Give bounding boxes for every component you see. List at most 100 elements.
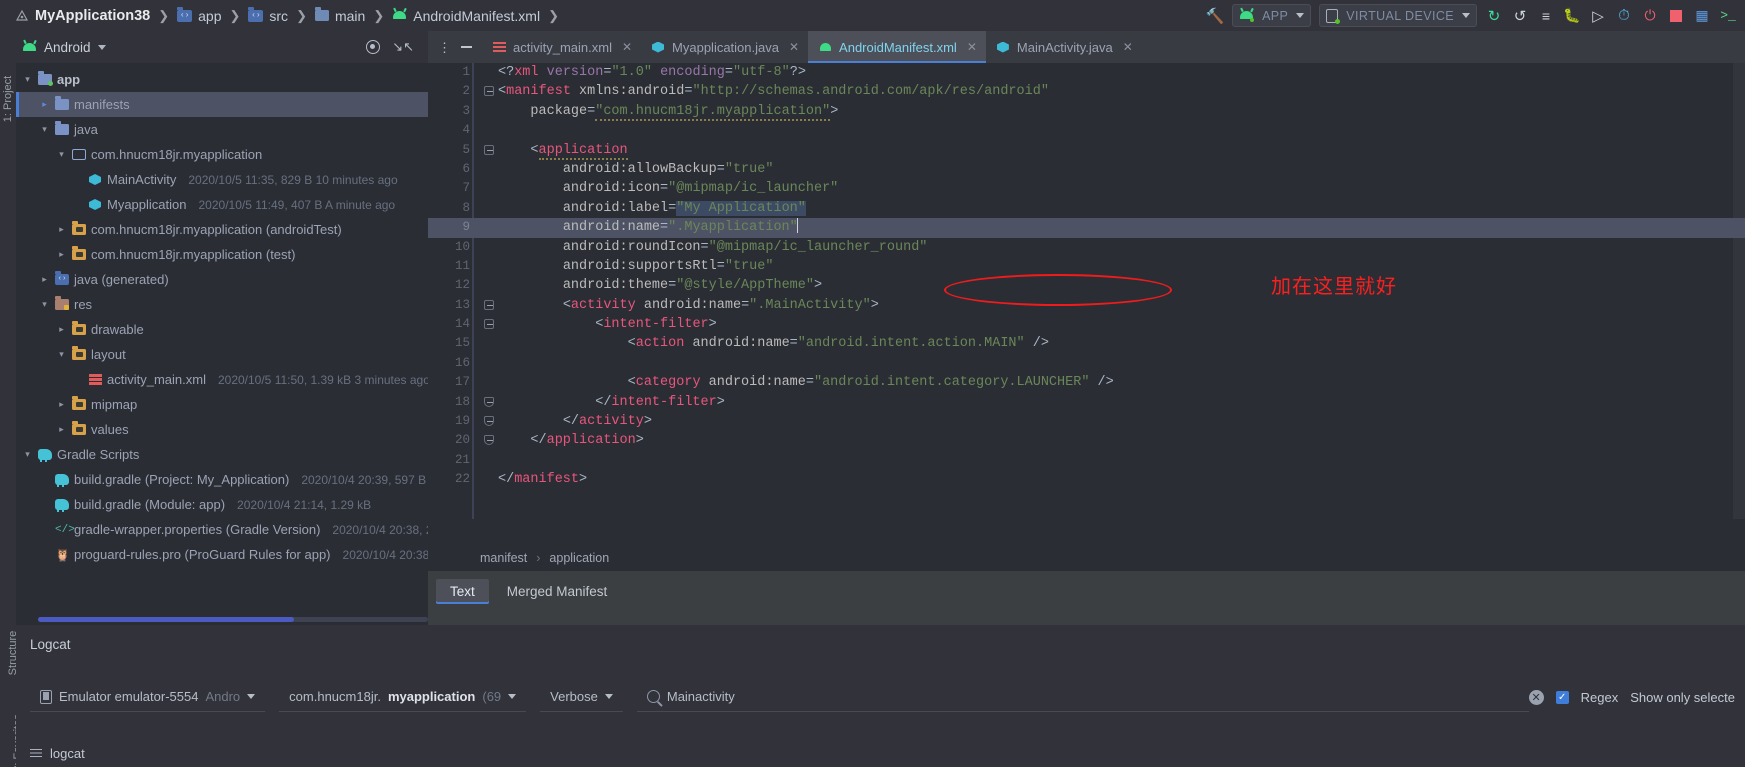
regex-label[interactable]: Regex bbox=[1581, 690, 1619, 705]
expand-arrow-icon[interactable] bbox=[56, 424, 67, 435]
sdk-manager-icon[interactable]: ≡ bbox=[1533, 3, 1559, 29]
logcat-level-selector[interactable]: Verbose bbox=[540, 682, 623, 712]
logcat-footer-label[interactable]: logcat bbox=[50, 746, 85, 761]
expand-arrow-icon[interactable] bbox=[22, 449, 33, 460]
logcat-filter-input[interactable]: Mainactivity bbox=[636, 682, 1529, 712]
editor-tab-activity-main-xml[interactable]: activity_main.xml ✕ bbox=[482, 31, 641, 63]
collapse-all-icon[interactable]: ↘↖ bbox=[392, 40, 414, 55]
device-selector[interactable]: VIRTUAL DEVICE bbox=[1319, 4, 1477, 27]
logcat-process-selector[interactable]: com.hnucm18jr. myapplication (69 bbox=[279, 682, 527, 712]
target-icon[interactable] bbox=[366, 40, 381, 54]
tree-item-res[interactable]: res bbox=[16, 292, 428, 317]
editor-tab-myapplication-java[interactable]: Myapplication.java ✕ bbox=[641, 31, 808, 63]
code-line-14[interactable]: 14 <intent-filter> bbox=[428, 315, 1745, 334]
tree-item-java[interactable]: java bbox=[16, 117, 428, 142]
code-line-7[interactable]: 7 android:icon="@mipmap/ic_launcher" bbox=[428, 179, 1745, 198]
run-configuration-selector[interactable]: APP bbox=[1232, 4, 1312, 27]
tree-item-values[interactable]: values bbox=[16, 417, 428, 442]
tab-merged-manifest[interactable]: Merged Manifest bbox=[493, 579, 622, 604]
code-line-10[interactable]: 10 android:roundIcon="@mipmap/ic_launche… bbox=[428, 238, 1745, 257]
expand-arrow-icon[interactable] bbox=[39, 299, 50, 310]
tree-item-myapplication[interactable]: Myapplication 2020/10/5 11:49, 407 B A mi… bbox=[16, 192, 428, 217]
expand-arrow-icon[interactable] bbox=[56, 249, 67, 260]
close-icon[interactable]: ✕ bbox=[1123, 40, 1133, 54]
expand-arrow-icon[interactable] bbox=[22, 74, 33, 85]
code-line-6[interactable]: 6 android:allowBackup="true" bbox=[428, 160, 1745, 179]
attach-debugger-icon[interactable]: ⏻ bbox=[1637, 3, 1663, 29]
code-content[interactable]: 1 <?xml version="1.0" encoding="utf-8"?> 2… bbox=[428, 63, 1745, 519]
expand-arrow-icon[interactable] bbox=[56, 349, 67, 360]
tree-item-proguard-rules.pro[interactable]: 🦉 proguard-rules.pro (ProGuard Rules for … bbox=[16, 542, 467, 567]
avd-manager-icon[interactable]: ↺ bbox=[1507, 3, 1533, 29]
expand-arrow-icon[interactable] bbox=[56, 149, 67, 160]
tree-item-com.hnucm18jr.myapplication[interactable]: com.hnucm18jr.myapplication bbox=[16, 142, 428, 167]
code-line-19[interactable]: 19 </activity> bbox=[428, 412, 1745, 431]
code-line-1[interactable]: 1 <?xml version="1.0" encoding="utf-8"?> bbox=[428, 63, 1745, 82]
code-line-8[interactable]: 8 android:label="My Application" bbox=[428, 199, 1745, 218]
code-line-3[interactable]: 3 package="com.hnucm18jr.myapplication"> bbox=[428, 102, 1745, 121]
tree-item-build.gradle[interactable]: build.gradle (Module: app) 2020/10/4 21:1… bbox=[16, 492, 428, 517]
breadcrumb-app[interactable]: ‹› app bbox=[170, 0, 228, 31]
code-line-16[interactable]: 16 bbox=[428, 354, 1745, 373]
expand-arrow-icon[interactable] bbox=[39, 124, 50, 135]
code-fold-icon[interactable] bbox=[484, 144, 494, 155]
code-line-4[interactable]: 4 bbox=[428, 121, 1745, 140]
editor-tab-mainactivity-java[interactable]: MainActivity.java ✕ bbox=[986, 31, 1142, 63]
code-fold-icon[interactable] bbox=[484, 299, 494, 310]
breadcrumb-src[interactable]: ‹› src bbox=[241, 0, 295, 31]
code-fold-icon[interactable] bbox=[484, 396, 494, 407]
code-line-20[interactable]: 20 </application> bbox=[428, 431, 1745, 450]
code-fold-icon[interactable] bbox=[484, 416, 494, 427]
cancel-icon[interactable]: ✕ bbox=[1528, 689, 1544, 705]
close-icon[interactable]: ✕ bbox=[622, 40, 632, 54]
project-tree[interactable]: app manifests java com.hnucm18jr.myapplicat… bbox=[16, 63, 512, 567]
close-icon[interactable]: ✕ bbox=[789, 40, 799, 54]
code-line-12[interactable]: 12 android:theme="@style/AppTheme"> bbox=[428, 276, 1745, 295]
tree-item-com.hnucm18jr.myapplication[interactable]: com.hnucm18jr.myapplication (test) bbox=[16, 242, 428, 267]
rail-project-label[interactable]: 1: Project bbox=[2, 69, 14, 129]
run-icon[interactable]: ▷ bbox=[1585, 3, 1611, 29]
tree-item-activity_main.xml[interactable]: activity_main.xml 2020/10/5 11:50, 1.39 k… bbox=[16, 367, 430, 392]
tree-item-gradle-wrapper.properties[interactable]: </> gradle-wrapper.properties (Gradle Ver… bbox=[16, 517, 457, 542]
code-fold-icon[interactable] bbox=[484, 435, 494, 446]
hammer-build-icon[interactable]: 🔨 bbox=[1202, 3, 1228, 29]
regex-checkbox[interactable]: ✓ bbox=[1555, 690, 1569, 704]
close-icon[interactable]: ✕ bbox=[967, 40, 977, 54]
code-fold-icon[interactable] bbox=[484, 319, 494, 330]
code-line-17[interactable]: 17 <category android:name="android.inten… bbox=[428, 373, 1745, 392]
tree-item-com.hnucm18jr.myapplication[interactable]: com.hnucm18jr.myapplication (androidTest… bbox=[16, 217, 428, 242]
code-editor[interactable]: 1 <?xml version="1.0" encoding="utf-8"?> 2… bbox=[428, 63, 1745, 519]
project-view-selector[interactable]: Android bbox=[22, 39, 106, 55]
code-line-18[interactable]: 18 </intent-filter> bbox=[428, 393, 1745, 412]
more-options-icon[interactable]: ⋮ bbox=[438, 41, 451, 54]
logcat-device-selector[interactable]: Emulator emulator-5554 Andro bbox=[30, 682, 266, 712]
code-fold-icon[interactable] bbox=[484, 86, 494, 97]
code-line-9[interactable]: 9 android:name=".Myapplication" bbox=[428, 218, 1745, 238]
expand-arrow-icon[interactable] bbox=[56, 324, 67, 335]
breadcrumb-project[interactable]: MyApplication38 bbox=[8, 0, 157, 31]
tree-item-gradle[interactable]: Gradle Scripts bbox=[16, 442, 428, 467]
tree-item-mipmap[interactable]: mipmap bbox=[16, 392, 428, 417]
breadcrumb-main[interactable]: main bbox=[308, 0, 372, 31]
editor-tab-androidmanifest-xml[interactable]: AndroidManifest.xml ✕ bbox=[808, 31, 986, 63]
profiler-icon[interactable]: ⏱ bbox=[1611, 3, 1637, 29]
code-line-22[interactable]: 22 </manifest> bbox=[428, 470, 1745, 489]
code-line-11[interactable]: 11 android:supportsRtl="true" bbox=[428, 257, 1745, 276]
project-horizontal-scrollbar[interactable] bbox=[38, 617, 428, 622]
debug-icon[interactable]: 🐛 bbox=[1559, 3, 1585, 29]
editor-breadcrumb-manifest[interactable]: manifest bbox=[480, 551, 527, 565]
tree-item-build.gradle[interactable]: build.gradle (Project: My_Application) 20… bbox=[16, 467, 512, 492]
show-only-selected-label[interactable]: Show only selecte bbox=[1630, 690, 1735, 705]
expand-arrow-icon[interactable] bbox=[56, 399, 67, 410]
code-line-2[interactable]: 2 <manifest xmlns:android="http://schemas… bbox=[428, 82, 1745, 101]
breadcrumb-file[interactable]: AndroidManifest.xml bbox=[385, 0, 547, 31]
terminal-icon[interactable]: >_ bbox=[1715, 3, 1741, 29]
tree-item-layout[interactable]: layout bbox=[16, 342, 428, 367]
code-line-15[interactable]: 15 <action android:name="android.intent.… bbox=[428, 334, 1745, 353]
tree-item-manifests[interactable]: manifests bbox=[16, 92, 428, 117]
tree-item-mainactivity[interactable]: MainActivity 2020/10/5 11:35, 829 B 10 mi… bbox=[16, 167, 428, 192]
tab-text[interactable]: Text bbox=[436, 579, 489, 604]
code-line-13[interactable]: 13 <activity android:name=".MainActivity… bbox=[428, 296, 1745, 315]
layout-inspector-icon[interactable]: ▦ bbox=[1689, 3, 1715, 29]
code-line-5[interactable]: 5 <application bbox=[428, 141, 1745, 160]
